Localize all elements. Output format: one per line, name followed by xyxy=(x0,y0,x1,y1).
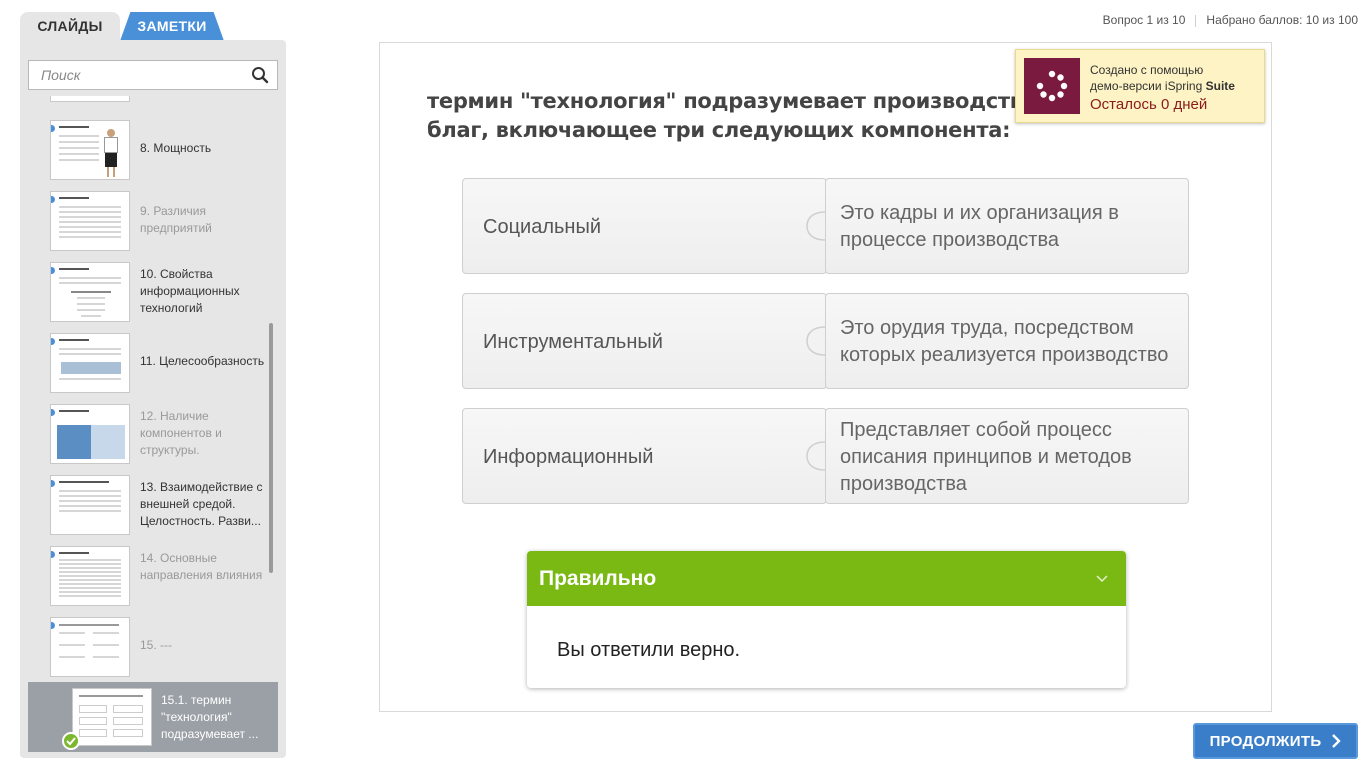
slide-thumbnail xyxy=(50,120,130,180)
match-left-item[interactable]: Информационный xyxy=(462,408,827,504)
tab-notes-label: ЗАМЕТКИ xyxy=(137,18,207,34)
slide-label: 12. Наличие компонентов и структуры. xyxy=(140,409,222,457)
chevron-right-icon xyxy=(1332,734,1342,748)
search-icon[interactable] xyxy=(251,66,269,84)
slide-item-14[interactable]: 14. Основные направления влияния xyxy=(20,546,286,612)
slide-item-13[interactable]: 13. Взаимодействие с внешней средой. Цел… xyxy=(20,475,286,541)
slide-item-15-1-active[interactable]: 15.1. термин "технология" подразумевает … xyxy=(28,682,278,752)
check-icon xyxy=(62,732,80,750)
question-counter: Вопрос 1 из 10 xyxy=(1102,13,1186,27)
search-box xyxy=(28,60,278,90)
slide-item-9[interactable]: 9. Различия предприятий xyxy=(20,191,286,257)
tab-notes[interactable]: ЗАМЕТКИ xyxy=(120,12,224,41)
demo-text: Создано с помощью демо-версии iSpring Sui… xyxy=(1090,63,1235,93)
slide-item-11[interactable]: 11. Целесообразность xyxy=(20,333,286,399)
match-left-label: Социальный xyxy=(483,215,601,238)
slide-item-12[interactable]: 12. Наличие компонентов и структуры. xyxy=(20,404,286,470)
slide-label: 11. Целесообразность xyxy=(140,354,265,368)
slide-list[interactable]: 8. Мощность 9. Различия предприятий 10. … xyxy=(20,96,286,752)
sidebar-scrollbar[interactable] xyxy=(269,323,273,573)
puzzle-connector-icon xyxy=(806,441,826,471)
match-right-item[interactable]: Это кадры и их организация в процессе пр… xyxy=(825,178,1189,274)
quiz-status: Вопрос 1 из 10 Набрано баллов: 10 из 100 xyxy=(1103,13,1358,27)
demo-remaining: Осталось 0 дней xyxy=(1090,96,1208,113)
match-right-label: Представляет собой процесс описания прин… xyxy=(840,418,1132,495)
slide-item-8[interactable]: 8. Мощность xyxy=(20,120,286,186)
demo-watermark: Создано с помощью демо-версии iSpring Sui… xyxy=(1015,49,1265,123)
feedback-title: Правильно xyxy=(539,567,657,590)
slide-label: 9. Различия предприятий xyxy=(140,204,212,235)
slide-item-15[interactable]: 15. --- xyxy=(20,617,286,683)
match-pair[interactable]: Социальный Это кадры и их организация в … xyxy=(462,178,1190,274)
match-right-item[interactable]: Это орудия труда, посредством которых ре… xyxy=(825,293,1189,389)
slide-label: 10. Свойства информационных технологий xyxy=(140,267,240,315)
question-text: термин "технология" подразумевает произв… xyxy=(427,89,1037,142)
slide-thumbnail xyxy=(50,96,130,102)
slide-label: 8. Мощность xyxy=(140,141,212,155)
chevron-down-icon[interactable] xyxy=(1096,573,1108,585)
feedback-message: Вы ответили верно. xyxy=(557,639,741,661)
match-left-item[interactable]: Социальный xyxy=(462,178,827,274)
puzzle-connector-icon xyxy=(806,326,826,356)
match-left-label: Информационный xyxy=(483,445,654,468)
match-pair[interactable]: Инструментальный Это орудия труда, посре… xyxy=(462,293,1190,389)
match-left-item[interactable]: Инструментальный xyxy=(462,293,827,389)
slide-label: 13. Взаимодействие с внешней средой. Цел… xyxy=(140,480,263,528)
match-right-label: Это орудия труда, посредством которых ре… xyxy=(840,317,1169,366)
continue-label: ПРОДОЛЖИТЬ xyxy=(1209,732,1322,750)
slide-item-10[interactable]: 10. Свойства информационных технологий xyxy=(20,262,286,328)
slide-thumbnail xyxy=(72,688,152,746)
tab-slides[interactable]: СЛАЙДЫ xyxy=(20,12,120,41)
match-right-label: Это кадры и их организация в процессе пр… xyxy=(840,202,1119,251)
slide-thumbnail xyxy=(50,262,130,322)
match-right-item[interactable]: Представляет собой процесс описания прин… xyxy=(825,408,1189,504)
slide-label: 14. Основные направления влияния xyxy=(140,551,263,582)
continue-button[interactable]: ПРОДОЛЖИТЬ xyxy=(1193,723,1358,759)
slide-item[interactable] xyxy=(20,96,286,108)
puzzle-connector-icon xyxy=(806,211,826,241)
feedback-header[interactable]: Правильно xyxy=(527,551,1126,606)
search-input[interactable] xyxy=(29,61,239,89)
divider xyxy=(1195,14,1197,27)
slide-thumbnail xyxy=(50,191,130,251)
slide-thumbnail xyxy=(50,617,130,677)
slide-thumbnail xyxy=(50,333,130,393)
feedback-panel: Правильно Вы ответили верно. xyxy=(527,551,1126,688)
slide-label: 15.1. термин "технология" подразумевает … xyxy=(161,693,259,741)
sidebar-tabs: СЛАЙДЫ ЗАМЕТКИ xyxy=(20,12,286,41)
ispring-logo-icon xyxy=(1024,58,1080,114)
match-left-label: Инструментальный xyxy=(483,330,663,353)
match-pair[interactable]: Информационный Представляет собой процес… xyxy=(462,408,1190,504)
slide-thumbnail xyxy=(50,475,130,535)
slide-stage: термин "технология" подразумевает произв… xyxy=(379,42,1272,712)
sidebar: 8. Мощность 9. Различия предприятий 10. … xyxy=(20,40,286,758)
score-counter: Набрано баллов: 10 из 100 xyxy=(1206,13,1358,27)
slide-label: 15. --- xyxy=(140,638,173,652)
slide-thumbnail xyxy=(50,404,130,464)
slide-thumbnail xyxy=(50,546,130,606)
